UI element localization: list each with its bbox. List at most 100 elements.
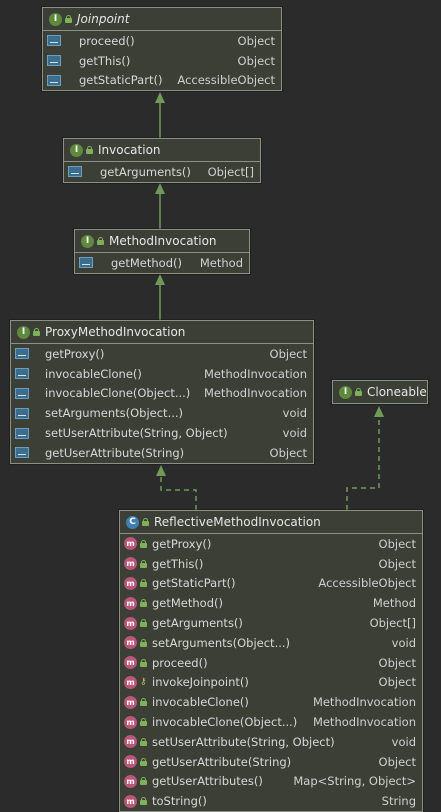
method-type: Object [269,346,307,361]
method-name: getStaticPart() [152,576,236,591]
abstract-method-icon [47,55,61,67]
method-row[interactable]: m getProxy() Object [120,534,422,554]
method-type: Method [372,596,416,611]
box-header: I Cloneable [333,381,427,403]
method-row[interactable]: m invocableClone(Object...) MethodInvoca… [120,712,422,732]
method-name: invocableClone() [45,366,142,381]
abstract-method-icon [15,387,29,399]
method-name: getStaticPart() [79,73,163,88]
methodinvocation-interface-box[interactable]: I MethodInvocation getMethod() Method [74,229,250,274]
public-lock-icon [140,777,147,786]
method-row[interactable]: getUserAttribute(String) Object [11,443,313,463]
public-lock-icon [140,638,147,647]
method-row[interactable]: m setArguments(Object...) void [120,633,422,653]
interface-icon: I [339,385,352,399]
cloneable-interface-box[interactable]: I Cloneable [332,380,428,404]
method-name: invocableClone() [152,695,249,710]
method-name: setUserAttribute(String, Object) [45,426,228,441]
interface-icon: I [49,12,62,26]
method-name: getUserAttribute(String) [152,754,292,769]
method-row[interactable]: m ⚷ invokeJoinpoint() Object [120,673,422,693]
method-row[interactable]: getStaticPart() AccessibleObject [43,71,281,91]
public-lock-icon [140,599,147,608]
method-row[interactable]: m getUserAttribute(String) Object [120,752,422,772]
public-lock-icon [97,237,104,245]
method-row[interactable]: m proceed() Object [120,653,422,673]
method-row[interactable]: getThis() Object [43,51,281,71]
method-icon: m [124,715,137,729]
method-row[interactable]: invocableClone(Object...) MethodInvocati… [11,384,313,404]
method-icon: m [124,636,137,650]
edge-invocation-joinpoint [155,92,165,138]
public-lock-icon [33,328,40,336]
method-name: setArguments(Object...) [45,406,184,421]
abstract-method-icon [79,257,93,269]
public-lock-icon [140,559,147,568]
method-row[interactable]: m getThis() Object [120,554,422,574]
method-row[interactable]: m getUserAttributes() Map<String, Object… [120,772,422,792]
public-lock-icon [140,737,147,746]
method-row[interactable]: getProxy() Object [11,344,313,364]
joinpoint-interface-box[interactable]: I Joinpoint proceed() Object getThis() O… [42,7,282,92]
override-method-icon: m [124,557,137,571]
box-header: I Joinpoint [43,8,281,31]
method-row[interactable]: m setUserAttribute(String, Object) void [120,732,422,752]
method-name: setArguments(Object...) [152,635,291,650]
edge-reflective-proxymethodinvocation [156,465,197,510]
public-lock-icon [140,797,147,806]
method-name: proceed() [152,655,208,670]
method-icon: m [124,755,137,769]
box-header: I ProxyMethodInvocation [11,321,313,344]
method-icon: m [124,675,137,689]
public-lock-icon [140,539,147,548]
method-row[interactable]: setUserAttribute(String, Object) void [11,423,313,443]
public-lock-icon [140,619,147,628]
method-row[interactable]: setArguments(Object...) void [11,403,313,423]
abstract-method-icon [47,35,61,47]
method-row[interactable]: proceed() Object [43,31,281,51]
method-type: Object [237,33,275,48]
interface-icon: I [81,234,94,248]
method-row[interactable]: m getMethod() Method [120,593,422,613]
abstract-method-icon [15,368,29,380]
method-type: MethodInvocation [203,386,307,401]
box-title: Joinpoint [77,12,130,26]
abstract-method-icon [47,74,61,86]
method-row[interactable]: m toString() String [120,791,422,811]
class-icon: C [126,515,139,529]
method-name: toString() [152,794,207,809]
method-row[interactable]: getMethod() Method [75,253,249,273]
method-type: AccessibleObject [318,576,416,591]
method-type: Object [378,675,416,690]
abstract-method-icon [15,348,29,360]
method-type: Object[] [369,616,416,631]
box-title: MethodInvocation [109,234,217,248]
method-icon: m [124,656,137,670]
override-method-icon: m [124,576,137,590]
abstract-method-icon [15,427,29,439]
method-row[interactable]: getArguments() Object[] [64,162,260,182]
method-name: getArguments() [100,164,191,179]
invocation-interface-box[interactable]: I Invocation getArguments() Object[] [63,138,261,183]
method-row[interactable]: invocableClone() MethodInvocation [11,364,313,384]
edge-methodinvocation-invocation [155,183,165,229]
method-type: Method [199,255,243,270]
public-lock-icon [65,15,72,23]
method-name: setUserAttribute(String, Object) [152,734,335,749]
method-type: AccessibleObject [177,73,275,88]
reflectivemethodinvocation-class-box[interactable]: C ReflectiveMethodInvocation m getProxy(… [119,510,423,812]
method-type: void [282,426,307,441]
method-name: getArguments() [152,616,243,631]
method-icon: m [124,794,137,808]
box-header: C ReflectiveMethodInvocation [120,511,422,534]
proxymethodinvocation-interface-box[interactable]: I ProxyMethodInvocation getProxy() Objec… [10,320,314,464]
method-icon: m [124,695,137,709]
method-type: Map<String, Object> [293,774,416,789]
method-type: MethodInvocation [312,695,416,710]
method-row[interactable]: m getStaticPart() AccessibleObject [120,574,422,594]
method-name: getMethod() [152,596,223,611]
method-row[interactable]: m getArguments() Object[] [120,613,422,633]
method-row[interactable]: m invocableClone() MethodInvocation [120,692,422,712]
method-type: void [282,406,307,421]
method-type: Object [378,655,416,670]
